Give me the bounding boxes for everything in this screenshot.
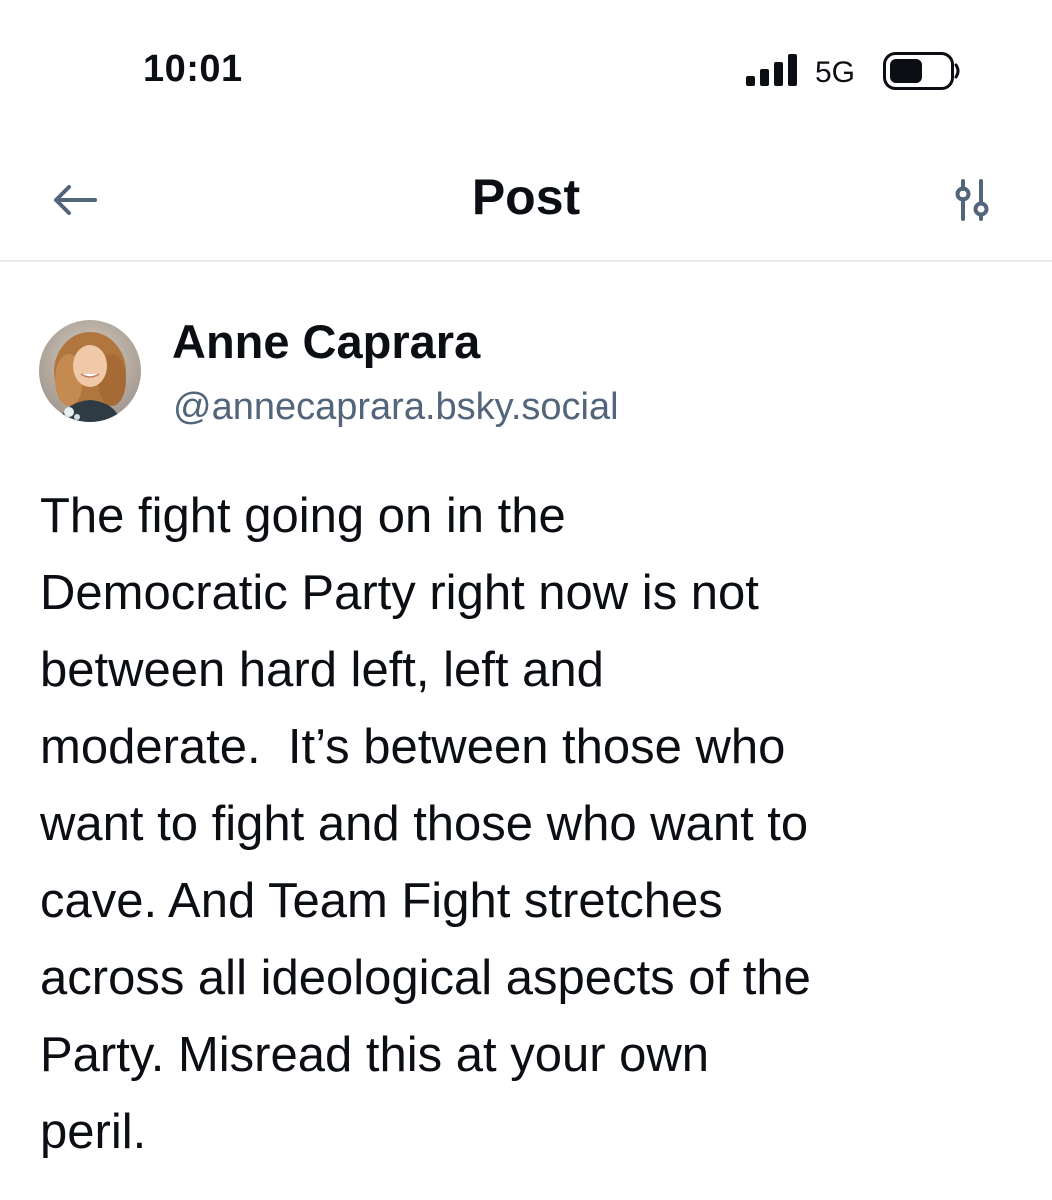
battery-icon <box>883 52 960 90</box>
post-text-line: Democratic Party right now is not <box>40 566 759 620</box>
status-bar: 10:01 5G <box>0 0 1052 140</box>
post-text-line: across all ideological aspects of the <box>40 951 811 1005</box>
post-text-line: peril. <box>40 1105 147 1159</box>
network-type: 5G <box>815 56 856 89</box>
post-text-line: between hard left, left and <box>40 643 604 697</box>
avatar-image <box>39 320 141 422</box>
sliders-icon <box>955 179 989 221</box>
post-text-line: moderate. It’s between those who <box>40 720 786 774</box>
author-handle[interactable]: @annecaprara.bsky.social <box>173 386 619 429</box>
post-text-line: The fight going on in the <box>40 489 566 543</box>
page-title: Post <box>471 169 581 225</box>
post-text-line: cave. And Team Fight stretches <box>40 874 723 928</box>
post-text-line: Party. Misread this at your own <box>40 1028 710 1082</box>
post-text-line: want to fight and those who want to <box>40 797 809 851</box>
cellular-signal-icon <box>746 54 797 86</box>
post-text: The fight going on in the Democratic Par… <box>40 478 1020 1171</box>
status-time: 10:01 <box>143 48 243 90</box>
author-display-name[interactable]: Anne Caprara <box>172 314 480 369</box>
avatar[interactable] <box>39 320 141 422</box>
thread-settings-button[interactable] <box>940 168 1004 232</box>
nav-bar: Post <box>0 140 1052 262</box>
